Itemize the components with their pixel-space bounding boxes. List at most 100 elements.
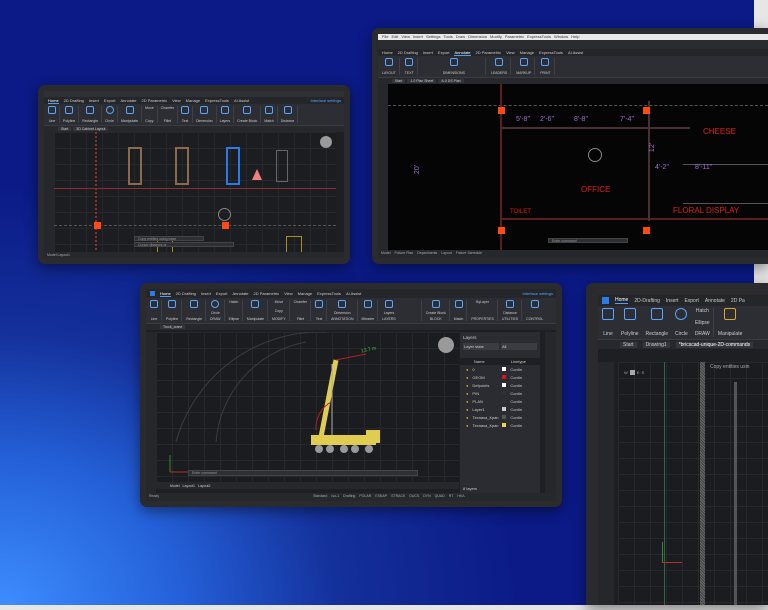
grip-handle[interactable] bbox=[498, 227, 505, 234]
tool-distance[interactable]: Distance bbox=[281, 106, 299, 123]
lightbulb-icon[interactable]: ● bbox=[466, 407, 468, 412]
group-layout[interactable]: LAYOUT bbox=[382, 58, 400, 75]
tab[interactable]: ExpressTools bbox=[317, 291, 341, 296]
tab[interactable]: Export bbox=[438, 50, 450, 55]
lightbulb-icon[interactable]: ● bbox=[466, 367, 468, 372]
tool-circle[interactable]: Circle DRAW bbox=[210, 300, 225, 321]
grip-handle[interactable] bbox=[222, 222, 229, 229]
group-text[interactable]: TEXT bbox=[405, 58, 418, 75]
grip-handle[interactable] bbox=[643, 107, 650, 114]
tab[interactable]: Annotate bbox=[232, 291, 248, 296]
tab[interactable]: Annotate bbox=[705, 298, 725, 304]
tab[interactable]: 2D Parametric bbox=[142, 98, 168, 103]
tab[interactable]: 2D Parametric bbox=[254, 291, 280, 296]
drawing-canvas[interactable]: 13.7 m Enter command bbox=[156, 332, 459, 485]
group-control[interactable]: CONTROL bbox=[526, 300, 546, 321]
app-logo[interactable] bbox=[150, 291, 155, 296]
tab[interactable]: 2D-Drafting bbox=[634, 298, 660, 304]
status-toggle[interactable]: POLAR bbox=[359, 493, 371, 501]
group-markup[interactable]: MARKUP bbox=[516, 58, 536, 75]
app-logo[interactable] bbox=[602, 297, 609, 304]
tab[interactable]: AI Assist bbox=[568, 50, 583, 55]
tab[interactable]: 2D Pa bbox=[731, 298, 745, 304]
layer-row[interactable]: ● PLAN Contin bbox=[460, 397, 540, 405]
menu-item[interactable]: Draw bbox=[456, 34, 465, 40]
doc-tab[interactable]: Start bbox=[58, 127, 72, 131]
tool-manipulate[interactable]: Manipulate bbox=[718, 308, 745, 337]
drawing-canvas[interactable]: Copy entities using base Cursor distance… bbox=[54, 132, 336, 254]
group-dimensions[interactable]: DIMENSIONS bbox=[423, 58, 486, 75]
tab[interactable]: Export bbox=[216, 291, 228, 296]
layer-color-swatch[interactable] bbox=[502, 391, 507, 395]
tab-home[interactable]: Home bbox=[160, 291, 171, 297]
tool-match[interactable]: Match bbox=[454, 300, 468, 321]
tool-chamfer[interactable]: Chamfer Fillet bbox=[161, 106, 179, 123]
tool-rectangle[interactable]: Rectangle bbox=[82, 106, 103, 123]
navigation-sphere[interactable] bbox=[320, 136, 332, 148]
lightbulb-icon[interactable]: ● bbox=[466, 383, 468, 388]
tab[interactable]: 2D Drafting bbox=[398, 50, 418, 55]
layout-tab-model[interactable]: Model bbox=[381, 250, 391, 258]
doc-tab[interactable]: A-0 DS Plan bbox=[438, 79, 464, 83]
tab[interactable]: Insert bbox=[89, 98, 99, 103]
menu-item[interactable]: File bbox=[382, 34, 388, 40]
status-toggle[interactable]: STRACK bbox=[391, 493, 405, 501]
layer-color-swatch[interactable] bbox=[502, 407, 507, 411]
tool-line[interactable]: Line bbox=[602, 308, 617, 337]
layout-tab-model[interactable]: Model bbox=[170, 484, 180, 488]
tab[interactable]: View bbox=[172, 98, 181, 103]
command-input[interactable]: Cursor distance or bbox=[134, 242, 234, 247]
tool-circle[interactable]: Circle bbox=[675, 308, 691, 337]
status-item[interactable]: Drafting bbox=[343, 493, 355, 501]
interface-settings-link[interactable]: Interface settings bbox=[311, 98, 344, 103]
command-input[interactable]: Enter command bbox=[548, 238, 628, 243]
tab[interactable]: Export bbox=[684, 298, 698, 304]
lightbulb-icon[interactable]: ● bbox=[466, 375, 468, 380]
layout-tab[interactable]: Departments bbox=[417, 250, 437, 258]
layer-color-swatch[interactable] bbox=[502, 375, 507, 379]
menu-item[interactable]: Window bbox=[554, 34, 568, 40]
tool-move[interactable]: Move Copy MODIFY bbox=[272, 300, 290, 321]
tab-annotate[interactable]: Annotate bbox=[454, 50, 471, 56]
tool-dimension[interactable]: Dimension ANNOTATION bbox=[331, 300, 358, 321]
doc-tab[interactable]: Start bbox=[620, 341, 637, 348]
tool-rectangle[interactable]: Rectangle bbox=[646, 308, 672, 337]
menu-item[interactable]: Dimension bbox=[468, 34, 487, 40]
tool-dimension[interactable]: Dimension bbox=[196, 106, 217, 123]
tool-distance[interactable]: Distance UTILITIES bbox=[502, 300, 523, 321]
layout-tab[interactable]: Fixture Schedule bbox=[456, 250, 482, 258]
status-toggle[interactable]: ESNAP bbox=[375, 493, 387, 501]
layer-row[interactable]: ● Техника_Кран Contin bbox=[460, 413, 540, 421]
layer-color-swatch[interactable] bbox=[502, 383, 507, 387]
tab[interactable]: 2D Drafting bbox=[176, 291, 196, 296]
menu-item[interactable]: Edit bbox=[391, 34, 398, 40]
command-input[interactable]: Enter command bbox=[188, 470, 418, 476]
tool-create-block[interactable]: Create Block bbox=[237, 106, 262, 123]
layout-tab[interactable]: Layout2 bbox=[198, 484, 210, 488]
menu-item[interactable]: ExpressTools bbox=[527, 34, 551, 40]
tool-layers[interactable]: Layers bbox=[220, 106, 235, 123]
tab[interactable]: Manage bbox=[298, 291, 312, 296]
doc-tab[interactable]: 1.0 Plan Sheet bbox=[407, 79, 437, 83]
layer-row[interactable]: ● GEOM Contin bbox=[460, 373, 540, 381]
tool-hatch[interactable]: Hatch Ellipse DRAW bbox=[695, 308, 714, 337]
tool-mleader[interactable]: Mleader bbox=[362, 300, 379, 321]
tab[interactable]: View bbox=[284, 291, 293, 296]
layer-row[interactable]: ● Техника_Кран Contin bbox=[460, 421, 540, 429]
status-toggle[interactable]: QUAD bbox=[435, 493, 445, 501]
status-toggle[interactable]: RT bbox=[449, 493, 454, 501]
tab[interactable]: Insert bbox=[201, 291, 211, 296]
doc-tab[interactable]: Start bbox=[392, 79, 406, 83]
layer-filter-select[interactable]: All bbox=[501, 343, 537, 350]
layout-tab[interactable]: Layout1 bbox=[58, 253, 70, 257]
layout-tab-model[interactable]: Model bbox=[47, 253, 57, 257]
tool-text[interactable]: Text bbox=[181, 106, 194, 123]
tool-line[interactable]: Line bbox=[48, 106, 60, 123]
layer-row[interactable]: ● Layer1 Contin bbox=[460, 405, 540, 413]
layout-tab[interactable]: Fixture Plan bbox=[395, 250, 414, 258]
drawing-canvas[interactable]: Copy entities usin W ES bbox=[618, 362, 768, 605]
tool-match[interactable]: Match bbox=[264, 106, 278, 123]
status-toggle[interactable]: HKA bbox=[457, 493, 464, 501]
tab[interactable]: ExpressTools bbox=[539, 50, 563, 55]
tool-rectangle[interactable]: Rectangle bbox=[186, 300, 207, 321]
